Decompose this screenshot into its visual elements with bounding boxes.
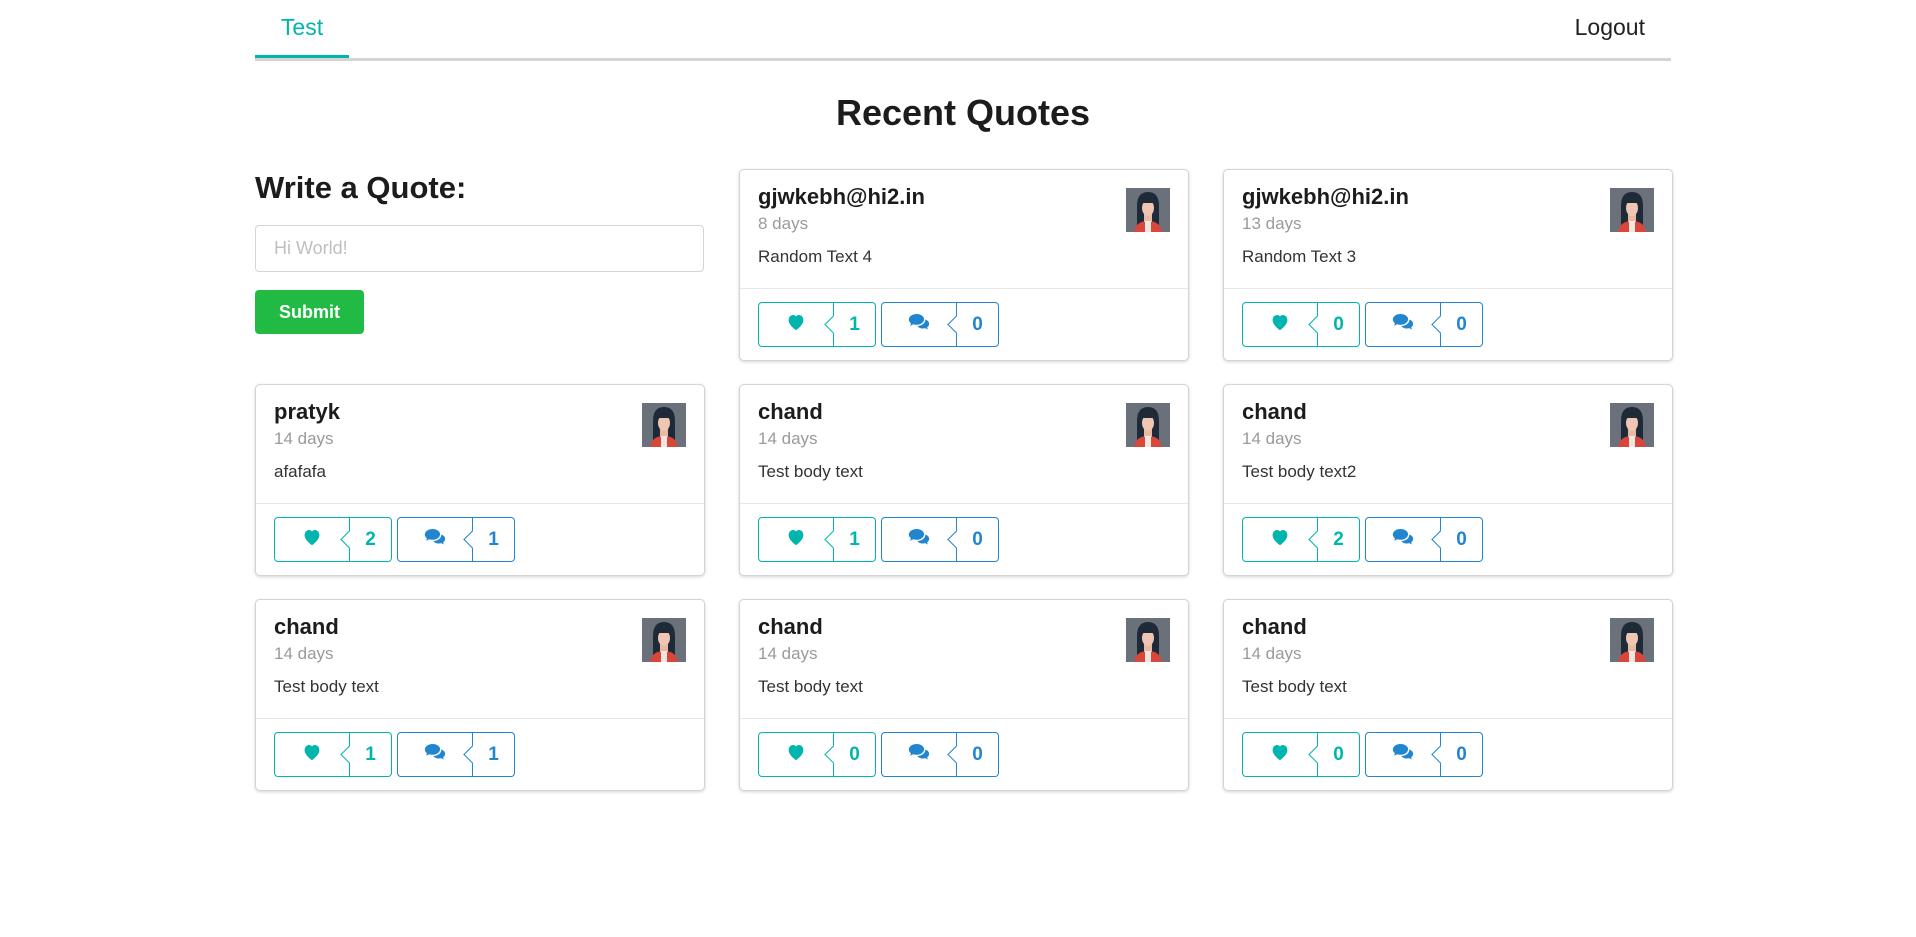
quote-card: chand 14 days Test body text 0 0 bbox=[739, 599, 1189, 791]
avatar bbox=[1126, 188, 1170, 232]
comment-icon bbox=[424, 528, 446, 551]
quote-text: afafafa bbox=[274, 462, 326, 481]
quote-author[interactable]: chand bbox=[274, 614, 339, 640]
quote-card: chand 14 days Test body text2 2 0 bbox=[1223, 384, 1673, 576]
comment-button[interactable]: 0 bbox=[1365, 732, 1483, 777]
comment-count: 0 bbox=[1441, 732, 1483, 777]
like-count: 0 bbox=[1318, 302, 1360, 347]
quote-card: gjwkebh@hi2.in 8 days Random Text 4 1 0 bbox=[739, 169, 1189, 361]
comment-icon bbox=[908, 528, 930, 551]
comment-icon bbox=[1392, 528, 1414, 551]
like-button[interactable]: 0 bbox=[758, 732, 876, 777]
quote-age: 14 days bbox=[758, 429, 818, 448]
quote-card: gjwkebh@hi2.in 13 days Random Text 3 0 0 bbox=[1223, 169, 1673, 361]
comment-count: 0 bbox=[1441, 517, 1483, 562]
quote-text: Test body text bbox=[1242, 677, 1347, 696]
quote-text: Random Text 3 bbox=[1242, 247, 1357, 266]
form-title: Write a Quote: bbox=[255, 170, 467, 205]
comment-count: 0 bbox=[957, 302, 999, 347]
avatar bbox=[642, 618, 686, 662]
like-button[interactable]: 1 bbox=[758, 302, 876, 347]
like-button[interactable]: 0 bbox=[1242, 302, 1360, 347]
quote-age: 13 days bbox=[1242, 214, 1302, 233]
quote-text: Test body text bbox=[274, 677, 379, 696]
comment-count: 1 bbox=[473, 517, 515, 562]
heart-icon bbox=[1270, 743, 1290, 766]
quote-text: Test body text bbox=[758, 462, 863, 481]
heart-icon bbox=[786, 528, 806, 551]
like-button[interactable]: 0 bbox=[1242, 732, 1360, 777]
quote-age: 14 days bbox=[1242, 644, 1302, 663]
quote-author[interactable]: pratyk bbox=[274, 399, 340, 425]
comment-icon bbox=[424, 743, 446, 766]
like-count: 0 bbox=[834, 732, 876, 777]
like-count: 1 bbox=[834, 517, 876, 562]
quote-age: 14 days bbox=[274, 644, 334, 663]
comment-button[interactable]: 0 bbox=[1365, 302, 1483, 347]
like-button[interactable]: 1 bbox=[274, 732, 392, 777]
heart-icon bbox=[302, 528, 322, 551]
quote-age: 14 days bbox=[758, 644, 818, 663]
quote-card: chand 14 days Test body text 1 0 bbox=[739, 384, 1189, 576]
comment-button[interactable]: 1 bbox=[397, 732, 515, 777]
comment-button[interactable]: 0 bbox=[881, 732, 999, 777]
quote-form: Write a Quote: Submit bbox=[255, 170, 705, 334]
heart-icon bbox=[786, 743, 806, 766]
avatar bbox=[1126, 403, 1170, 447]
avatar bbox=[1610, 403, 1654, 447]
comment-count: 0 bbox=[957, 732, 999, 777]
avatar bbox=[1610, 618, 1654, 662]
quote-age: 14 days bbox=[1242, 429, 1302, 448]
heart-icon bbox=[1270, 313, 1290, 336]
quote-card: pratyk 14 days afafafa 2 1 bbox=[255, 384, 705, 576]
page-container: Test Logout Recent Quotes Write a Quote:… bbox=[255, 0, 1673, 791]
quote-card: chand 14 days Test body text 0 0 bbox=[1223, 599, 1673, 791]
comment-count: 0 bbox=[957, 517, 999, 562]
quote-card: chand 14 days Test body text 1 1 bbox=[255, 599, 705, 791]
quote-author[interactable]: gjwkebh@hi2.in bbox=[758, 184, 925, 210]
like-button[interactable]: 2 bbox=[274, 517, 392, 562]
quote-text: Test body text2 bbox=[1242, 462, 1357, 481]
comment-button[interactable]: 0 bbox=[881, 517, 999, 562]
nav-brand-tab[interactable]: Test bbox=[255, 0, 349, 58]
like-count: 2 bbox=[350, 517, 392, 562]
logout-link[interactable]: Logout bbox=[1575, 0, 1645, 54]
quote-author[interactable]: chand bbox=[1242, 399, 1307, 425]
like-button[interactable]: 2 bbox=[1242, 517, 1360, 562]
like-count: 0 bbox=[1318, 732, 1360, 777]
quote-author[interactable]: chand bbox=[758, 614, 823, 640]
comment-icon bbox=[1392, 743, 1414, 766]
quote-input[interactable] bbox=[255, 225, 704, 272]
like-count: 2 bbox=[1318, 517, 1360, 562]
heart-icon bbox=[786, 313, 806, 336]
avatar bbox=[1610, 188, 1654, 232]
quote-author[interactable]: gjwkebh@hi2.in bbox=[1242, 184, 1409, 210]
comment-button[interactable]: 0 bbox=[881, 302, 999, 347]
top-nav: Test Logout bbox=[255, 0, 1671, 61]
like-count: 1 bbox=[350, 732, 392, 777]
comment-button[interactable]: 1 bbox=[397, 517, 515, 562]
comment-button[interactable]: 0 bbox=[1365, 517, 1483, 562]
page-title: Recent Quotes bbox=[835, 92, 1091, 133]
comment-count: 0 bbox=[1441, 302, 1483, 347]
quote-text: Random Text 4 bbox=[758, 247, 873, 266]
quote-text: Test body text bbox=[758, 677, 863, 696]
like-button[interactable]: 1 bbox=[758, 517, 876, 562]
avatar bbox=[1126, 618, 1170, 662]
quote-age: 14 days bbox=[274, 429, 334, 448]
like-count: 1 bbox=[834, 302, 876, 347]
comment-count: 1 bbox=[473, 732, 515, 777]
heart-icon bbox=[1270, 528, 1290, 551]
comment-icon bbox=[908, 743, 930, 766]
submit-button[interactable]: Submit bbox=[255, 290, 364, 334]
heart-icon bbox=[302, 743, 322, 766]
quote-age: 8 days bbox=[758, 214, 809, 233]
comment-icon bbox=[908, 313, 930, 336]
comment-icon bbox=[1392, 313, 1414, 336]
quote-author[interactable]: chand bbox=[1242, 614, 1307, 640]
quote-author[interactable]: chand bbox=[758, 399, 823, 425]
avatar bbox=[642, 403, 686, 447]
